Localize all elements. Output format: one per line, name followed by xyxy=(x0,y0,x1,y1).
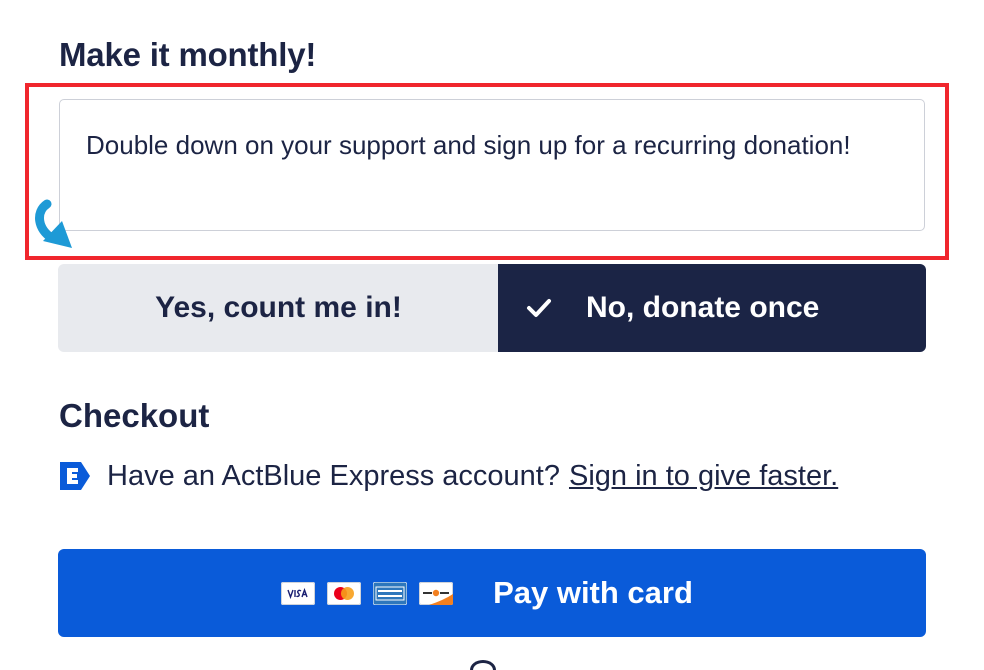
curved-arrow-icon xyxy=(35,199,72,248)
donation-form: Make it monthly! Double down on your sup… xyxy=(0,0,984,670)
checkout-heading: Checkout xyxy=(59,397,210,434)
discover-icon xyxy=(419,581,454,605)
pay-with-card-label: Pay with card xyxy=(493,575,693,610)
actblue-express-icon xyxy=(60,462,90,490)
visa-icon xyxy=(281,581,316,605)
partial-icon xyxy=(470,660,496,670)
express-signin-link[interactable]: Sign in to give faster. xyxy=(569,460,838,493)
express-prompt: Have an ActBlue Express account? xyxy=(107,459,560,492)
recurring-yes-label: Yes, count me in! xyxy=(155,291,402,324)
card-logos xyxy=(281,581,454,605)
checkmark-icon xyxy=(527,299,551,317)
monthly-heading: Make it monthly! xyxy=(59,36,317,73)
recurring-yes-button[interactable]: Yes, count me in! xyxy=(58,264,499,352)
donate-once-button[interactable]: No, donate once xyxy=(498,264,926,352)
american-express-icon xyxy=(373,581,408,605)
pay-with-card-button[interactable]: Pay with card xyxy=(58,549,926,637)
donate-once-label: No, donate once xyxy=(586,291,820,324)
mastercard-icon xyxy=(327,581,362,605)
express-signin-row: Have an ActBlue Express account? Sign in… xyxy=(59,455,838,497)
recurring-note: Double down on your support and sign up … xyxy=(59,99,925,231)
